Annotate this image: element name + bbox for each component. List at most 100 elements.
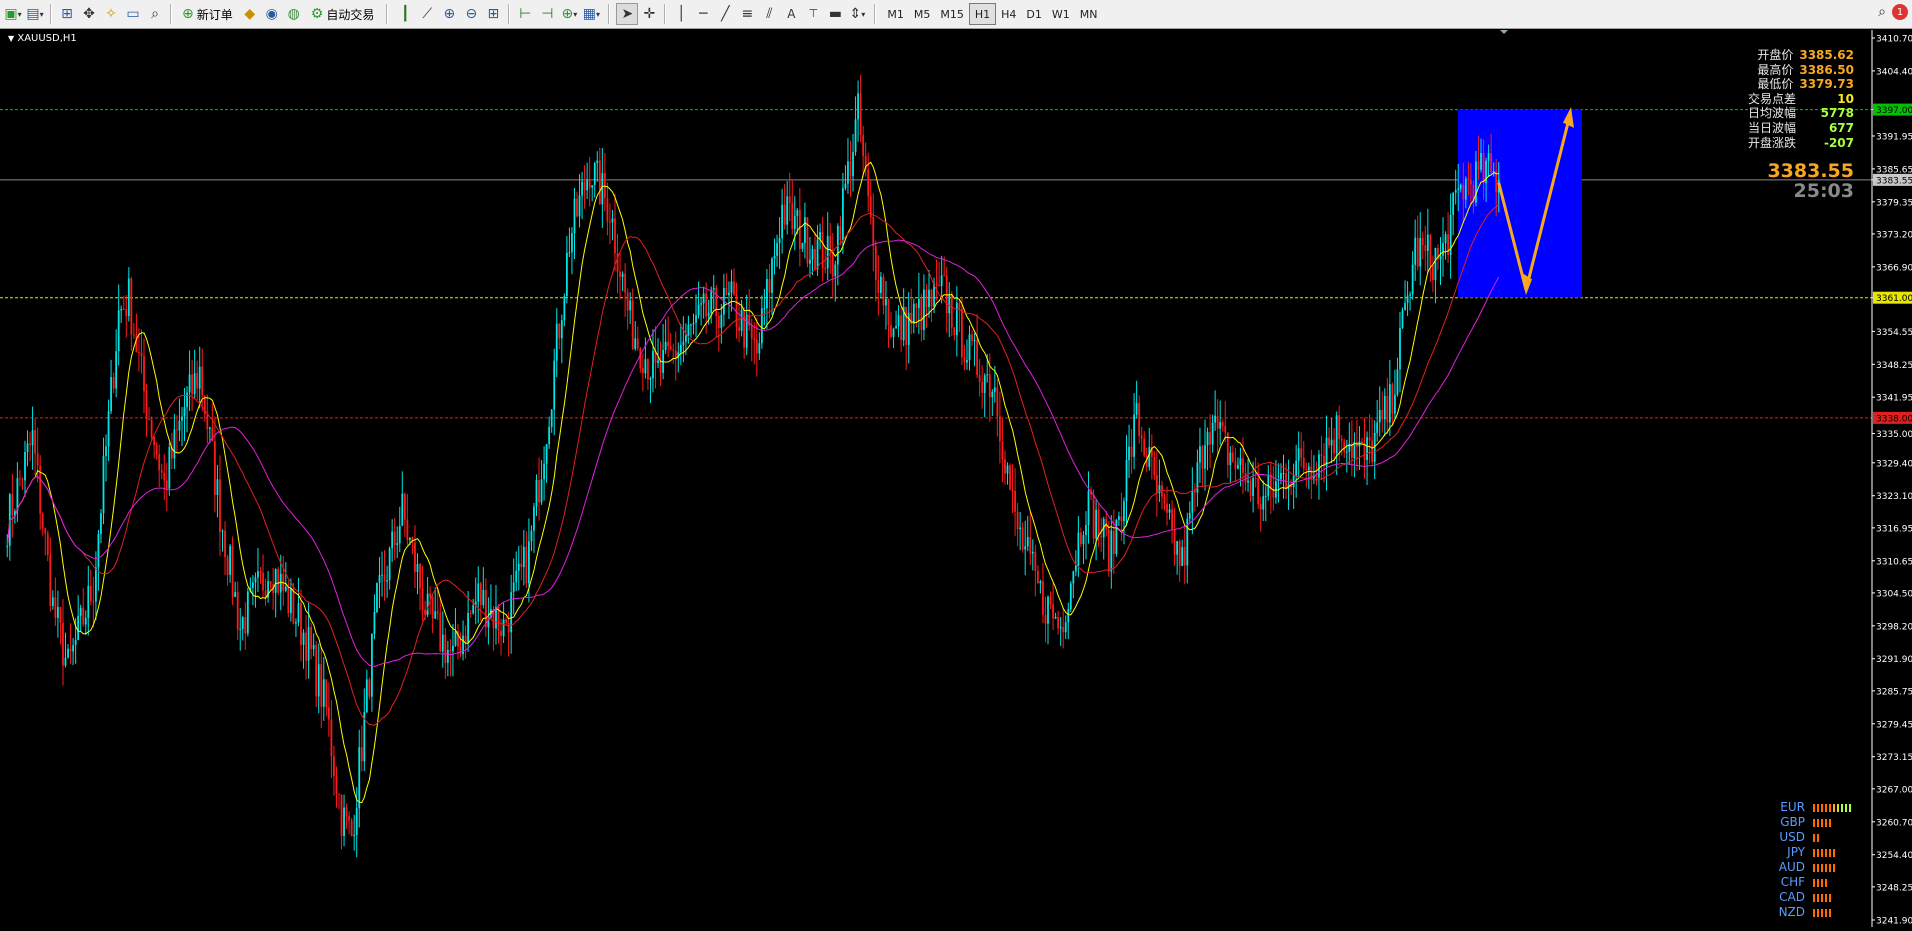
candle-body xyxy=(1242,458,1244,473)
timeframe-w1-button[interactable]: W1 xyxy=(1047,4,1075,24)
strength-bar xyxy=(1821,818,1823,827)
candle-body xyxy=(1118,516,1120,520)
candle-body xyxy=(396,543,399,545)
candle-body xyxy=(269,581,272,585)
zoom-out-icon[interactable]: ⊖ xyxy=(460,3,482,25)
line-chart-icon[interactable]: ⟋ xyxy=(416,3,438,25)
strength-bar xyxy=(1829,803,1831,812)
candle-body xyxy=(520,563,523,568)
cursor-icon[interactable]: ➤ xyxy=(616,3,639,25)
candle-body xyxy=(857,93,859,120)
signals-icon[interactable]: ◉ xyxy=(261,3,283,25)
candle-body xyxy=(540,479,543,503)
tile-windows-icon[interactable]: ⊞ xyxy=(482,3,504,25)
strength-bars xyxy=(1813,908,1831,917)
axis-tick-label: 3310.65 xyxy=(1876,557,1912,567)
timeframe-h1-button[interactable]: H1 xyxy=(968,3,997,25)
arrows-icon[interactable]: ⇕ ▾ xyxy=(846,3,868,25)
data-window-icon[interactable]: ✧ xyxy=(100,3,122,25)
candle-body xyxy=(414,542,416,572)
candle-body xyxy=(1019,527,1022,530)
market-watch-icon[interactable]: ⊞ xyxy=(56,3,78,25)
rectangle-icon[interactable]: ▬ xyxy=(824,3,846,25)
candle-body xyxy=(11,494,14,516)
candle-body xyxy=(505,619,508,623)
candle-body xyxy=(512,582,515,593)
profiles-icon[interactable]: ▤ ▾ xyxy=(24,3,46,25)
candle-body xyxy=(338,793,340,795)
candle-body xyxy=(961,308,963,358)
price-info-panel: 开盘价 3385.62 最高价 3386.50 最低价 3379.73 交易点差 10 日均波幅… xyxy=(1748,48,1854,150)
timeframe-h4-button[interactable]: H4 xyxy=(996,4,1021,24)
crosshair-icon[interactable]: ✛ xyxy=(638,3,660,25)
candle-body xyxy=(872,217,875,247)
candle-body xyxy=(393,531,396,545)
channel-icon[interactable]: ⫽ xyxy=(758,3,780,25)
candle-body xyxy=(1406,295,1409,303)
toolbar-separator xyxy=(50,4,52,24)
timeframe-mn-button[interactable]: MN xyxy=(1075,4,1103,24)
strength-bar xyxy=(1825,878,1827,887)
new-chart-icon[interactable]: ▣ ▾ xyxy=(2,3,24,25)
candle-body xyxy=(1429,234,1432,267)
notification-badge[interactable]: 1 xyxy=(1892,4,1908,20)
indicators-icon[interactable]: ⊕ ▾ xyxy=(558,3,580,25)
candle-body xyxy=(1067,609,1070,623)
auto-trading-label: 自动交易 xyxy=(326,7,375,22)
info-label: 开盘涨跌 xyxy=(1747,135,1796,150)
text-icon[interactable]: A xyxy=(780,3,802,25)
navigator-icon[interactable]: ✥ xyxy=(78,3,100,25)
candle-body xyxy=(950,294,953,328)
terminal-icon[interactable]: ▭ xyxy=(122,3,144,25)
timeframe-m1-button[interactable]: M1 xyxy=(882,4,909,24)
candle-body xyxy=(717,315,720,328)
auto-scroll-icon[interactable]: ⊣ xyxy=(536,3,558,25)
templates-icon[interactable]: ▦ ▾ xyxy=(580,3,602,25)
candle-body xyxy=(1085,524,1087,536)
price-chart[interactable]: 3410.703404.403397.003391.953385.653383.… xyxy=(0,30,1912,927)
strategy-tester-icon[interactable]: ⌕ xyxy=(144,3,166,25)
candle-body xyxy=(1439,255,1442,260)
candle-body xyxy=(391,531,394,549)
candle-body xyxy=(289,588,292,614)
timeframe-m15-button[interactable]: M15 xyxy=(935,4,969,24)
moving-average-line xyxy=(6,161,1499,804)
candle-body xyxy=(626,292,629,311)
candle-body xyxy=(1221,422,1224,426)
candle-body xyxy=(641,368,644,374)
market-icon[interactable]: ◍ xyxy=(283,3,305,25)
strength-bar xyxy=(1821,893,1823,902)
new-order-button[interactable]: ⊕ 新订单 xyxy=(176,3,239,25)
candle-body xyxy=(1295,460,1298,476)
candle-body xyxy=(1409,294,1412,296)
search-icon[interactable]: ⌕ xyxy=(1878,4,1886,20)
metaeditor-icon[interactable]: ◆ xyxy=(239,3,261,25)
candle-body xyxy=(1214,415,1217,423)
candle-body xyxy=(1421,238,1424,246)
candle-body xyxy=(940,275,943,286)
horizontal-line-icon[interactable]: ─ xyxy=(692,3,714,25)
candle-body xyxy=(315,644,318,697)
candle-body xyxy=(1153,456,1156,476)
candle-body xyxy=(201,366,204,396)
zoom-in-icon[interactable]: ⊕ xyxy=(438,3,460,25)
candle-body xyxy=(6,545,9,547)
auto-trading-button[interactable]: ⚙ 自动交易 xyxy=(305,3,381,25)
timeframe-d1-button[interactable]: D1 xyxy=(1021,4,1046,24)
trendline-icon[interactable]: ╱ xyxy=(714,3,736,25)
candle-body xyxy=(148,419,150,421)
chart-shift-icon[interactable]: ⊢ xyxy=(514,3,536,25)
candle-body xyxy=(948,294,951,314)
candle-body xyxy=(1416,237,1419,267)
candle-body xyxy=(365,679,368,713)
candle-body xyxy=(284,586,287,591)
fibonacci-icon[interactable]: ≡ xyxy=(736,3,758,25)
candle-body xyxy=(117,310,120,352)
timeframe-m5-button[interactable]: M5 xyxy=(909,4,936,24)
candle-body xyxy=(51,597,54,607)
chart-window[interactable]: 3410.703404.403397.003391.953385.653383.… xyxy=(0,30,1912,927)
bar-chart-icon[interactable]: ┃ xyxy=(394,3,416,25)
candle-body xyxy=(312,644,315,650)
text-label-icon[interactable]: ⊤ xyxy=(802,3,824,25)
vertical-line-icon[interactable]: │ xyxy=(670,3,692,25)
